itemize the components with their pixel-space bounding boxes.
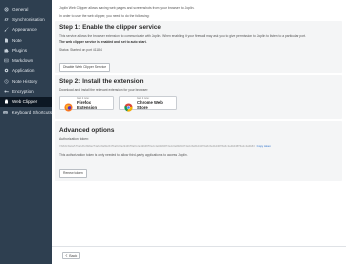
service-status: Status: Started on port 41184 bbox=[59, 47, 102, 52]
history-icon bbox=[3, 78, 9, 84]
copy-token-link[interactable]: Copy token bbox=[257, 144, 271, 148]
step2-description: Download and install the relevant extens… bbox=[59, 88, 149, 92]
sidebar-item-label: Note History bbox=[12, 78, 38, 84]
sidebar-item-application[interactable]: Application bbox=[0, 66, 52, 76]
sidebar-item-label: Encryption bbox=[12, 89, 34, 95]
intro-instruction: In order to use the web clipper, you nee… bbox=[59, 14, 150, 18]
token-label: Authorization token: bbox=[59, 137, 89, 141]
bottom-bar: Back bbox=[52, 246, 346, 264]
clipper-icon bbox=[3, 99, 9, 105]
gear-icon bbox=[3, 6, 9, 12]
paint-brush-icon bbox=[3, 27, 9, 33]
sidebar-item-label: Note bbox=[12, 37, 22, 43]
sidebar-item-label: Markdown bbox=[12, 58, 34, 64]
sidebar-item-synchronisation[interactable]: Synchronisation bbox=[0, 14, 52, 24]
sidebar-item-markdown[interactable]: Markdown bbox=[0, 55, 52, 65]
sidebar-item-general[interactable]: General bbox=[0, 4, 52, 14]
sidebar-item-label: General bbox=[12, 6, 29, 12]
file-icon bbox=[3, 37, 9, 43]
settings-sidebar: General Synchronisation Appearance Note … bbox=[0, 0, 52, 264]
firefox-extension-label: Firefox Extension bbox=[77, 99, 98, 110]
back-button[interactable]: Back bbox=[62, 252, 80, 259]
web-clipper-settings: Joplin Web Clipper allows saving web pag… bbox=[55, 5, 342, 245]
sidebar-item-note[interactable]: Note bbox=[0, 35, 52, 45]
chrome-store-button[interactable]: Get it now: Chrome Web Store bbox=[119, 96, 177, 112]
sidebar-item-label: Keyboard Shortcuts bbox=[11, 109, 52, 115]
sidebar-item-label: Web Clipper bbox=[12, 99, 38, 105]
sidebar-item-keyboard-shortcuts[interactable]: Keyboard Shortcuts bbox=[0, 107, 52, 117]
sidebar-item-note-history[interactable]: Note History bbox=[0, 76, 52, 86]
renew-token-button[interactable]: Renew token bbox=[59, 168, 87, 178]
disable-clipper-button[interactable]: Disable Web Clipper Service bbox=[59, 62, 111, 72]
sidebar-item-label: Application bbox=[12, 68, 35, 74]
firefox-icon bbox=[64, 99, 73, 112]
cog-icon bbox=[3, 68, 9, 74]
token-note: This authorization token is only needed … bbox=[59, 153, 188, 157]
puzzle-icon bbox=[3, 47, 9, 53]
chrome-icon bbox=[124, 99, 133, 112]
service-enabled-text: The web clipper service is enabled and s… bbox=[59, 40, 147, 45]
sidebar-item-label: Plugins bbox=[12, 47, 28, 53]
step1-description: This service allows the browser extensio… bbox=[59, 34, 307, 38]
sidebar-item-label: Appearance bbox=[12, 27, 37, 33]
sidebar-item-plugins[interactable]: Plugins bbox=[0, 45, 52, 55]
advanced-options-card: Advanced options Authorization token: 7d… bbox=[55, 121, 342, 181]
sync-icon bbox=[3, 16, 9, 22]
sidebar-item-encryption[interactable]: Encryption bbox=[0, 86, 52, 96]
firefox-extension-button[interactable]: Get it now: Firefox Extension bbox=[59, 96, 114, 112]
authorization-token[interactable]: 7d2b9c0a4e5f3a1d6c8b0e2f4a6c8e0b2d4f6a8c… bbox=[59, 145, 255, 148]
advanced-options-title: Advanced options bbox=[59, 127, 115, 134]
step2-card: Step 2: Install the extension Download a… bbox=[55, 75, 342, 119]
keyboard-icon bbox=[3, 109, 9, 115]
chevron-left-icon bbox=[65, 254, 67, 257]
sidebar-item-web-clipper[interactable]: Web Clipper bbox=[0, 96, 52, 107]
back-button-label: Back bbox=[69, 253, 78, 258]
settings-main: Joplin Web Clipper allows saving web pag… bbox=[52, 0, 346, 264]
step2-title: Step 2: Install the extension bbox=[59, 78, 144, 85]
markdown-icon bbox=[3, 58, 9, 64]
sidebar-item-appearance[interactable]: Appearance bbox=[0, 25, 52, 35]
step1-title: Step 1: Enable the clipper service bbox=[59, 24, 161, 31]
sidebar-item-label: Synchronisation bbox=[12, 16, 45, 22]
key-icon bbox=[3, 89, 9, 95]
step1-card: Step 1: Enable the clipper service This … bbox=[55, 21, 342, 73]
chrome-store-label: Chrome Web Store bbox=[137, 99, 163, 110]
intro-text: Joplin Web Clipper allows saving web pag… bbox=[59, 6, 195, 10]
